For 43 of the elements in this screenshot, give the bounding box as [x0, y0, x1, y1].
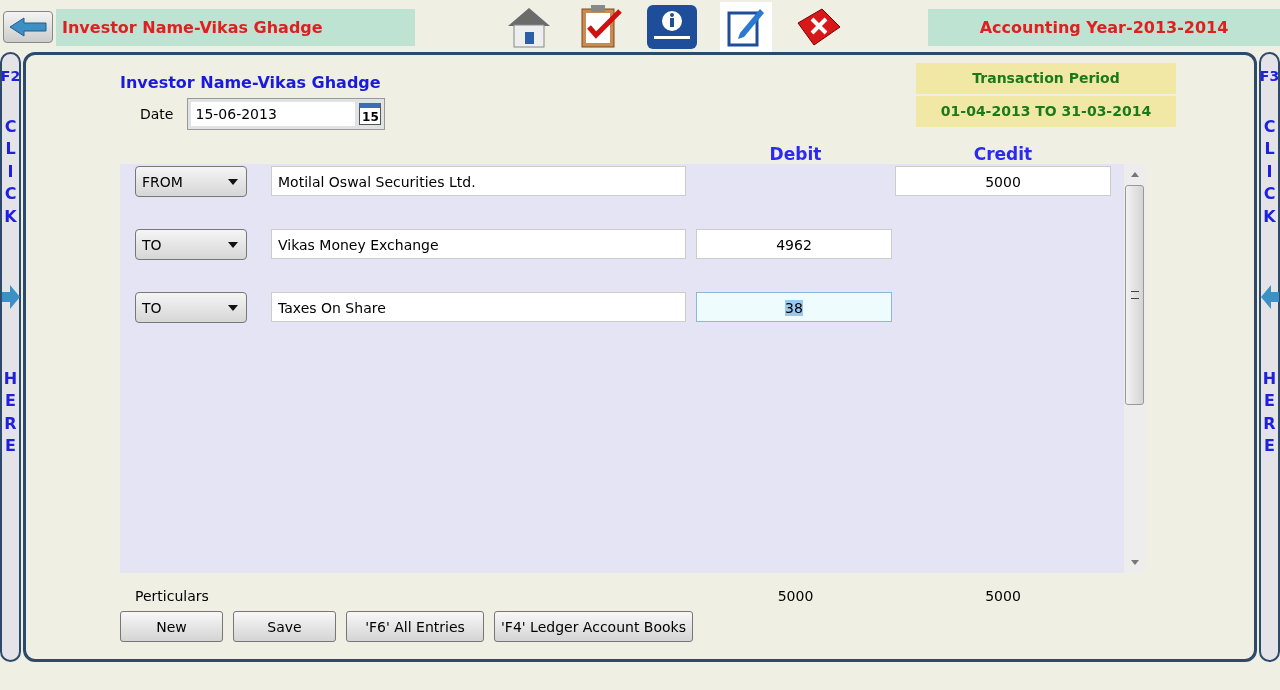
direction-dropdown[interactable]: TO	[135, 292, 247, 323]
direction-dropdown[interactable]: TO	[135, 229, 247, 260]
credit-field[interactable]: 5000	[895, 166, 1111, 196]
account-field[interactable]: Vikas Money Exchange	[271, 229, 686, 259]
column-heading: Debit	[768, 144, 823, 164]
side-panel[interactable]: F3 CLICK HERE	[1259, 52, 1280, 662]
caret-icon	[228, 241, 238, 248]
column-heading: Credit	[972, 144, 1034, 164]
particulars-label: Perticulars	[135, 588, 210, 604]
action-button[interactable]: 'F6' All Entries	[346, 611, 484, 642]
date-label: Date	[140, 106, 174, 122]
form-title: Investor Name-Vikas Ghadge	[120, 73, 382, 92]
date-field[interactable]: 15-06-2013 15	[187, 98, 386, 130]
account-field[interactable]: Motilal Oswal Securities Ltd.	[271, 166, 686, 196]
action-button[interactable]: Save	[233, 611, 336, 642]
action-button[interactable]: New	[120, 611, 223, 642]
side-label: CLICK	[1262, 116, 1277, 228]
debit-field[interactable]: 38	[696, 292, 892, 322]
account-field[interactable]: Taxes On Share	[271, 292, 686, 322]
scrollbar[interactable]	[1124, 164, 1145, 573]
info-icon[interactable]	[646, 4, 698, 50]
calendar-icon[interactable]: 15	[359, 103, 382, 125]
arrow-left-icon	[1260, 283, 1279, 310]
investor-name-banner: Investor Name-Vikas Ghadge	[56, 8, 415, 46]
shortcut-key: F2	[0, 68, 21, 84]
arrow-left-icon	[8, 17, 48, 37]
debit-field[interactable]: 4962	[696, 229, 892, 259]
arrow-right-icon	[1, 283, 20, 310]
accounting-year-banner: Accounting Year-2013-2014	[928, 8, 1280, 46]
side-label: CLICK	[3, 116, 18, 228]
side-label: HERE	[1261, 367, 1278, 458]
credit-total: 5000	[984, 588, 1022, 604]
side-panel[interactable]: F2 CLICK HERE	[0, 52, 21, 662]
shortcut-key: F3	[1259, 68, 1280, 84]
period-range: 01-04-2013 TO 31-03-2014	[916, 96, 1176, 127]
caret-icon	[228, 304, 238, 311]
debit-total: 5000	[776, 588, 815, 604]
side-label: HERE	[2, 367, 19, 458]
period-title: Transaction Period	[916, 63, 1176, 94]
back-button[interactable]	[3, 11, 53, 43]
action-button[interactable]: 'F4' Ledger Account Books	[494, 611, 693, 642]
caret-icon	[228, 178, 238, 185]
direction-dropdown[interactable]: FROM	[135, 166, 247, 197]
